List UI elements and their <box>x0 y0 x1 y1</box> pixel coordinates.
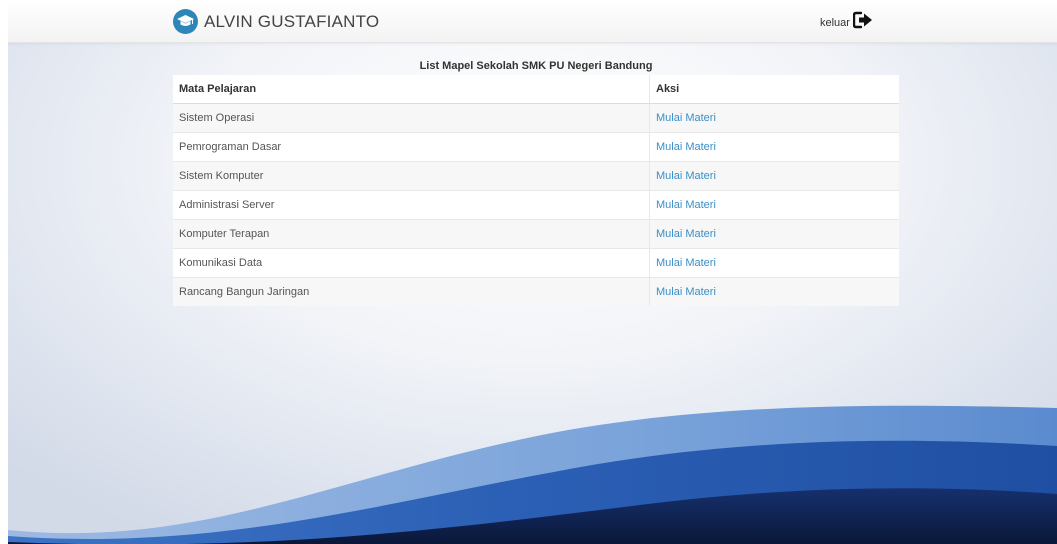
table-row: Sistem Operasi Mulai Materi <box>173 103 899 133</box>
column-header-action: Aksi <box>649 75 899 104</box>
subject-table: Mata Pelajaran Aksi Sistem Operasi Mulai… <box>173 75 899 306</box>
logout-label: keluar <box>820 16 850 29</box>
column-header-subject: Mata Pelajaran <box>173 75 650 104</box>
table-row: Pemrograman Dasar Mulai Materi <box>173 132 899 162</box>
table-header-row: Mata Pelajaran Aksi <box>173 75 899 104</box>
table-row: Sistem Komputer Mulai Materi <box>173 161 899 191</box>
decorative-wave <box>8 405 1057 544</box>
page-background: ALVIN GUSTAFIANTO keluar List Mapel Seko… <box>8 0 1057 544</box>
subject-cell: Komputer Terapan <box>173 219 650 249</box>
subject-cell: Administrasi Server <box>173 190 650 220</box>
start-material-link[interactable]: Mulai Materi <box>656 257 716 269</box>
graduation-cap-icon <box>173 9 198 34</box>
start-material-link[interactable]: Mulai Materi <box>656 286 716 298</box>
start-material-link[interactable]: Mulai Materi <box>656 141 716 153</box>
top-navbar: ALVIN GUSTAFIANTO keluar <box>8 0 1057 43</box>
table-row: Administrasi Server Mulai Materi <box>173 190 899 220</box>
subject-cell: Sistem Komputer <box>173 161 650 191</box>
subject-cell: Rancang Bangun Jaringan <box>173 277 650 306</box>
subject-cell: Sistem Operasi <box>173 103 650 133</box>
start-material-link[interactable]: Mulai Materi <box>656 170 716 182</box>
table-caption: List Mapel Sekolah SMK PU Negeri Bandung <box>419 60 653 72</box>
subject-cell: Pemrograman Dasar <box>173 132 650 162</box>
brand-name: ALVIN GUSTAFIANTO <box>204 11 380 31</box>
logout-button[interactable]: keluar <box>820 11 873 34</box>
start-material-link[interactable]: Mulai Materi <box>656 199 716 211</box>
subject-cell: Komunikasi Data <box>173 248 650 278</box>
start-material-link[interactable]: Mulai Materi <box>656 228 716 240</box>
table-row: Komputer Terapan Mulai Materi <box>173 219 899 249</box>
sign-out-icon <box>852 11 873 34</box>
brand-link[interactable]: ALVIN GUSTAFIANTO <box>173 9 379 34</box>
start-material-link[interactable]: Mulai Materi <box>656 112 716 124</box>
table-row: Komunikasi Data Mulai Materi <box>173 248 899 278</box>
table-row: Rancang Bangun Jaringan Mulai Materi <box>173 277 899 306</box>
